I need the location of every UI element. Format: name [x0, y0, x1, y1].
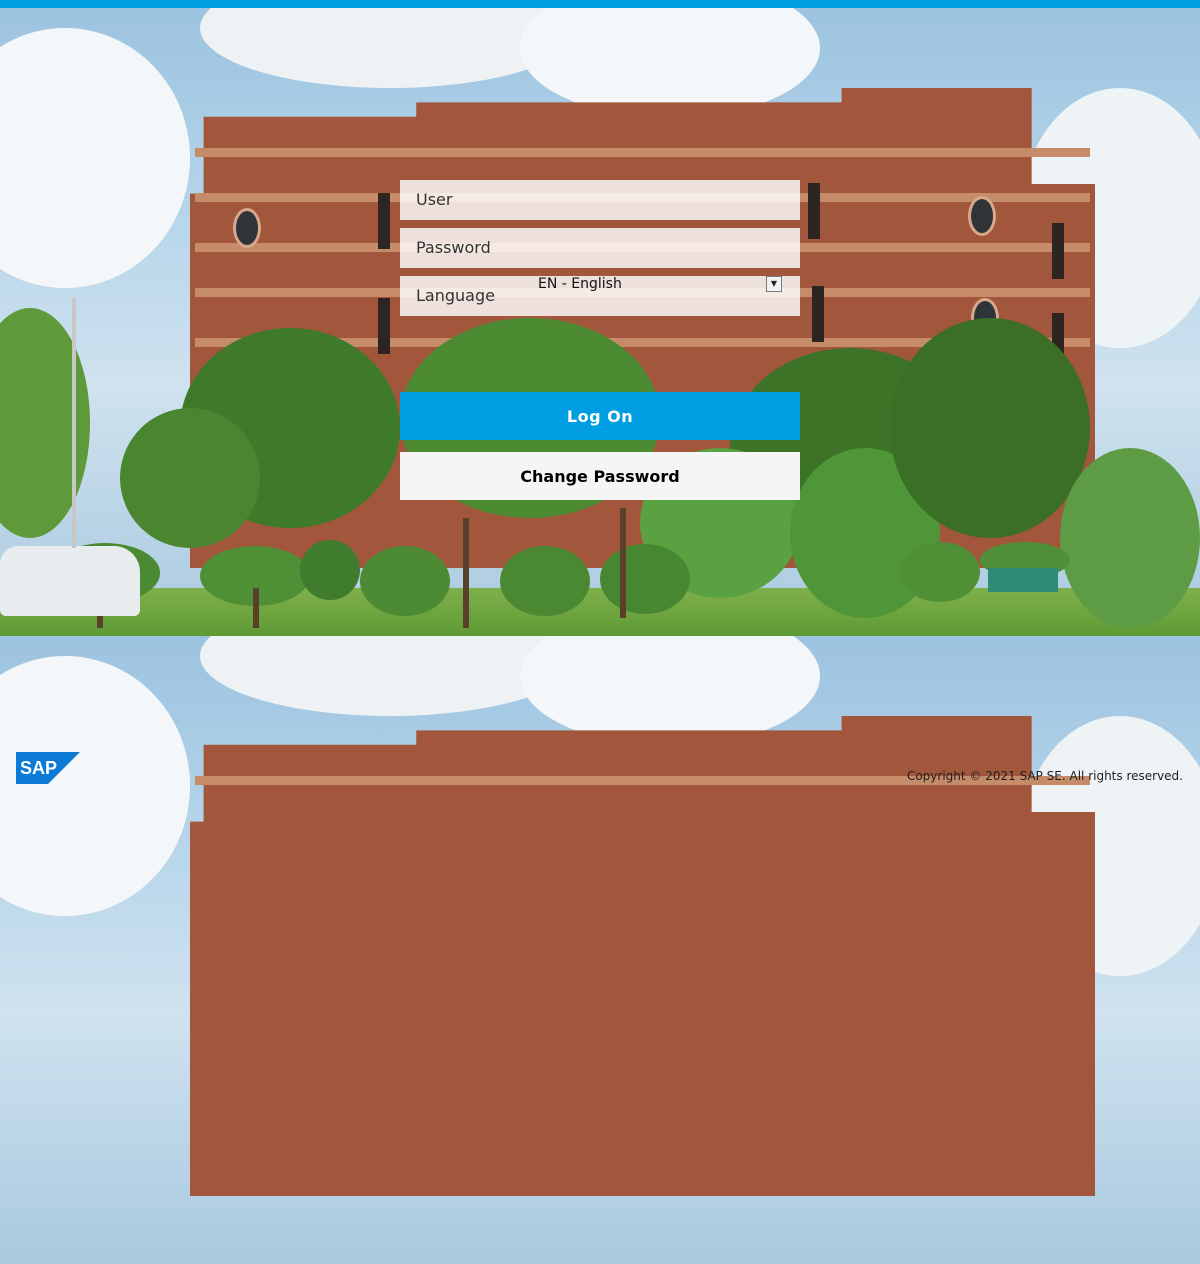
sap-logo: SAP: [16, 752, 80, 784]
chevron-down-icon[interactable]: ▼: [766, 276, 782, 292]
top-accent-bar: [0, 0, 1200, 8]
copyright-text: Copyright © 2021 SAP SE. All rights rese…: [906, 769, 1183, 783]
user-input[interactable]: [400, 180, 800, 220]
log-on-button[interactable]: Log On: [400, 392, 800, 440]
change-password-button[interactable]: Change Password: [400, 452, 800, 500]
password-input[interactable]: [400, 228, 800, 268]
password-field[interactable]: Password: [400, 228, 800, 268]
language-label: Language: [416, 286, 495, 305]
language-field: Language EN - English ▼: [400, 276, 800, 316]
language-select[interactable]: EN - English: [538, 274, 782, 294]
language-selected-value: EN - English: [538, 276, 622, 292]
sap-logo-text: SAP: [20, 758, 57, 778]
user-field[interactable]: User: [400, 180, 800, 220]
login-form: User Password Language EN - English ▼ Lo…: [400, 180, 800, 500]
background-image-repeat: [0, 636, 1200, 1264]
